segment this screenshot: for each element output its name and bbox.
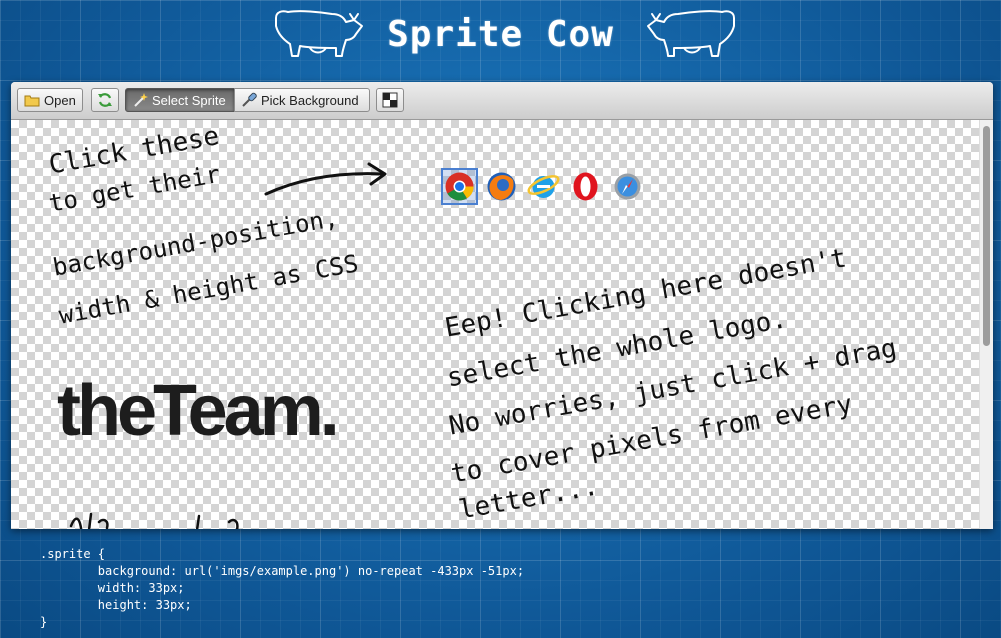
css-line-3: width: 33px; bbox=[40, 581, 185, 595]
toolbar: Open Select Sprite Pick Background bbox=[11, 82, 993, 120]
cow-right-icon bbox=[647, 10, 735, 57]
scrollbar-thumb[interactable] bbox=[983, 126, 990, 346]
select-sprite-label: Select Sprite bbox=[152, 92, 226, 108]
checkerboard-icon bbox=[382, 92, 398, 108]
safari-icon[interactable] bbox=[611, 170, 644, 203]
css-line-5: } bbox=[40, 615, 48, 629]
css-line-1: .sprite { bbox=[40, 547, 106, 561]
chrome-icon[interactable] bbox=[441, 168, 478, 205]
eyedropper-icon bbox=[241, 92, 257, 108]
app-title: Sprite Cow bbox=[387, 14, 614, 55]
refresh-icon bbox=[97, 92, 113, 108]
select-sprite-button[interactable]: Select Sprite bbox=[125, 88, 235, 112]
magic-wand-icon bbox=[132, 92, 148, 108]
css-line-4: height: 33px; bbox=[40, 598, 192, 612]
toggle-background-button[interactable] bbox=[376, 88, 404, 112]
folder-icon bbox=[24, 92, 40, 108]
opera-icon[interactable] bbox=[569, 170, 602, 203]
sprite-window: Open Select Sprite Pick Background Click… bbox=[11, 82, 993, 529]
pick-background-label: Pick Background bbox=[261, 92, 359, 108]
arrow-icon bbox=[264, 162, 387, 196]
pick-background-button[interactable]: Pick Background bbox=[234, 88, 370, 112]
scribble-icon bbox=[69, 512, 239, 529]
reload-button[interactable] bbox=[91, 88, 119, 112]
vertical-scrollbar[interactable] bbox=[979, 120, 993, 529]
logo-text: theTeam. bbox=[57, 371, 340, 451]
sprite-canvas[interactable]: Click these to get their background-posi… bbox=[11, 120, 979, 529]
open-button-label: Open bbox=[44, 92, 76, 108]
firefox-icon[interactable] bbox=[485, 170, 518, 203]
css-output: .sprite { background: url('imgs/example.… bbox=[40, 546, 524, 631]
open-button[interactable]: Open bbox=[17, 88, 83, 112]
css-line-2: background: url('imgs/example.png') no-r… bbox=[40, 564, 525, 578]
header: Sprite Cow bbox=[0, 0, 1001, 80]
ie-icon[interactable] bbox=[527, 170, 560, 203]
